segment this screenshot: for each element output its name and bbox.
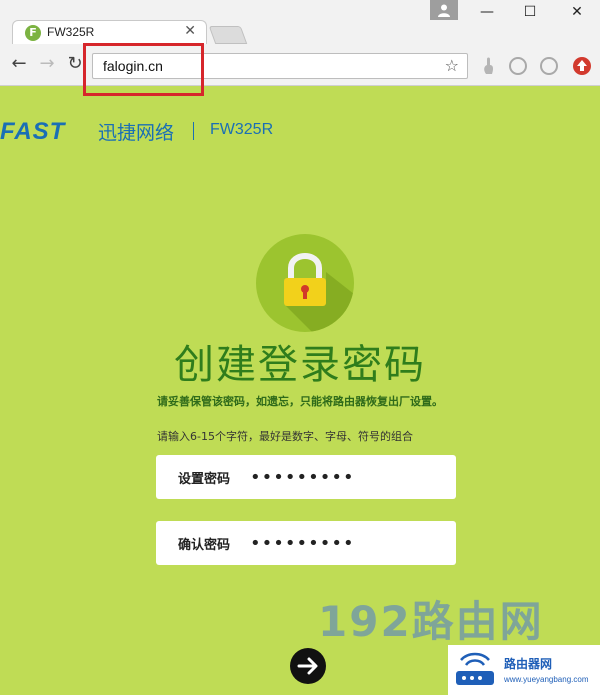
favicon-icon: F (25, 25, 41, 41)
password-hint: 请输入6-15个字符，最好是数字、字母、符号的组合 (157, 430, 413, 443)
new-tab-button[interactable] (208, 26, 248, 44)
watermark-text: 192路由网 (318, 597, 544, 646)
extension-icon[interactable] (509, 57, 527, 75)
fast-logo: FAST (0, 118, 66, 145)
maximize-icon[interactable]: ☐ (515, 4, 545, 26)
tab-title: FW325R (47, 25, 95, 39)
model-name: FW325R (210, 121, 274, 138)
brand-divider (193, 122, 194, 140)
brand-name: 迅捷网络 (98, 122, 175, 144)
address-highlight-box (83, 43, 204, 96)
extension-icon[interactable] (540, 57, 558, 75)
profile-icon[interactable] (430, 0, 458, 20)
confirm-password-field[interactable]: 确认密码 (156, 521, 456, 565)
confirm-password-label: 确认密码 (178, 538, 231, 553)
gesture-icon[interactable] (480, 56, 496, 76)
confirm-password-input[interactable] (250, 531, 440, 555)
watermark-badge: 路由器网 www.yueyangbang.com (448, 645, 600, 695)
title-bar: F FW325R ✕ — ☐ ✕ (0, 0, 600, 44)
lock-icon (256, 234, 354, 332)
tab-close-icon[interactable]: ✕ (184, 23, 196, 39)
upload-icon[interactable] (572, 56, 592, 76)
close-icon[interactable]: ✕ (562, 4, 592, 26)
forward-icon[interactable]: → (36, 54, 58, 76)
back-icon[interactable]: ← (8, 54, 30, 76)
minimize-icon[interactable]: — (472, 4, 502, 26)
star-icon[interactable]: ☆ (445, 56, 459, 75)
set-password-label: 设置密码 (178, 472, 231, 487)
next-button[interactable] (290, 648, 326, 684)
browser-tab[interactable]: F FW325R ✕ (12, 20, 207, 44)
set-password-field[interactable]: 设置密码 (156, 455, 456, 499)
router-icon (456, 652, 494, 685)
page-title: 创建登录密码 (174, 342, 426, 388)
watermark-badge-url: www.yueyangbang.com (504, 675, 589, 684)
set-password-input[interactable] (250, 465, 440, 489)
watermark-badge-name: 路由器网 (504, 657, 553, 671)
password-warning: 请妥善保管该密码，如遗忘，只能将路由器恢复出厂设置。 (157, 395, 443, 408)
arrow-right-icon (297, 657, 318, 675)
